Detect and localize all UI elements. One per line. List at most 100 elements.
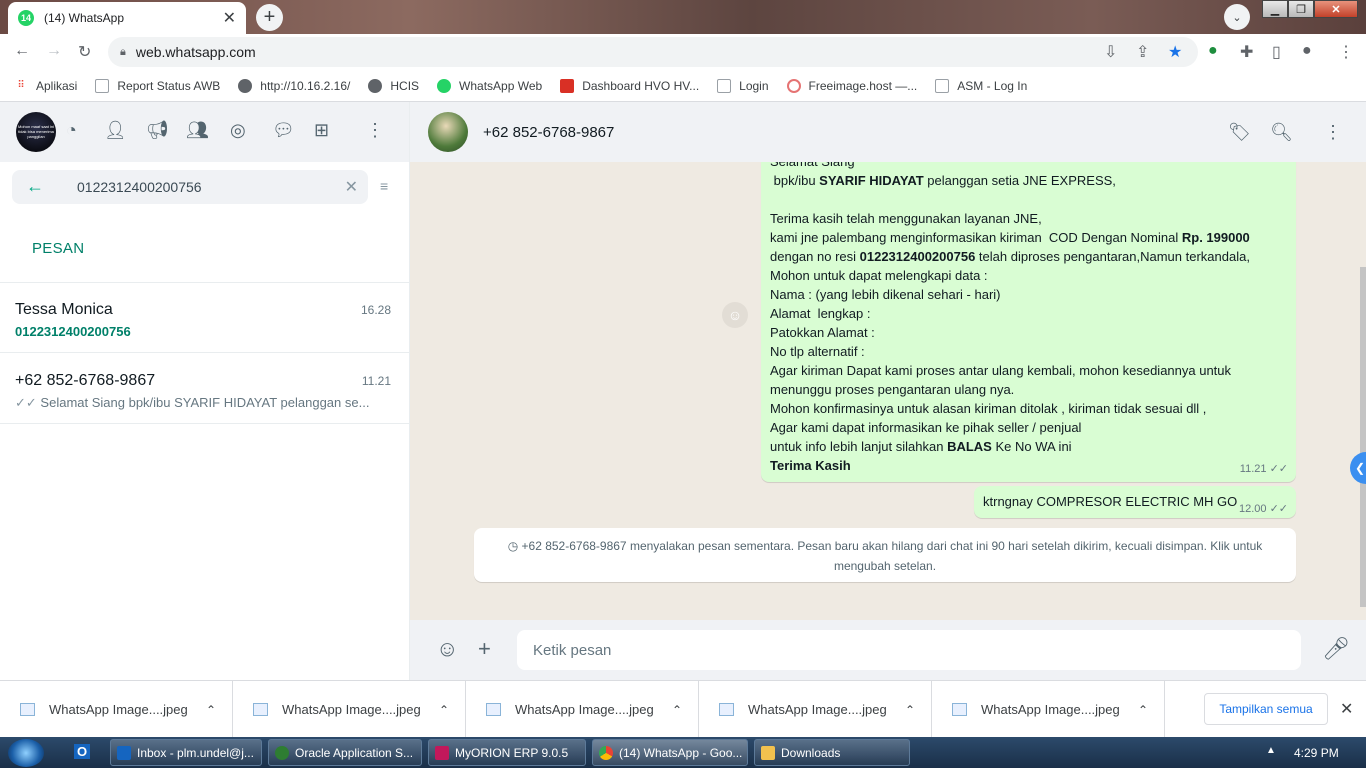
window-close-button[interactable]: ✕: [1314, 0, 1358, 18]
forward-arrow-icon[interactable]: →: [46, 42, 62, 60]
tab-close-icon[interactable]: ✕: [223, 8, 236, 28]
side-panel-icon[interactable]: ▯: [1272, 42, 1281, 62]
minimize-button[interactable]: ▁: [1262, 0, 1288, 18]
clock[interactable]: 4:29 PM: [1294, 746, 1339, 760]
communities-icon[interactable]: 👥︎: [186, 120, 209, 141]
globe-icon: [368, 78, 383, 93]
chevron-up-icon[interactable]: ⌃: [206, 703, 216, 717]
maximize-button[interactable]: ❐: [1288, 0, 1314, 18]
new-chat-icon[interactable]: 💬︎: [272, 120, 295, 141]
bookmark-asm[interactable]: ASM - Log In: [935, 78, 1027, 93]
search-value: 0122312400200756: [77, 179, 202, 195]
image-file-icon: [20, 703, 35, 716]
taskbar-item-downloads[interactable]: Downloads: [754, 739, 910, 766]
new-contact-icon[interactable]: 👤︎: [104, 120, 127, 141]
dashboard-icon: [560, 78, 575, 93]
chevron-up-icon[interactable]: ⌃: [439, 703, 449, 717]
windows-taskbar: O Inbox - plm.undel@j... Oracle Applicat…: [0, 737, 1366, 768]
bookmark-aplikasi[interactable]: ⠿ Aplikasi: [14, 79, 77, 93]
message-list[interactable]: ☺ Selamat Siang bpk/ibu SYARIF HIDAYAT p…: [410, 162, 1366, 620]
downloads-bar: WhatsApp Image....jpeg ⌃ WhatsApp Image..…: [0, 680, 1366, 738]
taskbar-item-myorion[interactable]: MyORION ERP 9.0.5: [428, 739, 586, 766]
clear-search-icon[interactable]: ✕: [345, 177, 358, 197]
chat-item-tessa-monica[interactable]: Tessa Monica 16.28 0122312400200756: [0, 283, 410, 353]
extensions-puzzle-icon[interactable]: ✚: [1240, 42, 1253, 62]
menu-icon[interactable]: ⋮: [366, 120, 384, 141]
profile-avatar-icon[interactable]: ●: [1302, 42, 1312, 60]
my-profile-avatar[interactable]: Mohon maaf saat ini tidak bisa menerima …: [16, 112, 56, 152]
chevron-up-icon[interactable]: ⌃: [905, 703, 915, 717]
attach-plus-icon[interactable]: +: [478, 636, 491, 662]
disappearing-messages-notice[interactable]: ◷ +62 852-6768-9867 menyalakan pesan sem…: [474, 528, 1296, 582]
channels-icon[interactable]: ◎: [230, 120, 246, 141]
bookmark-whatsapp-web[interactable]: WhatsApp Web: [437, 78, 542, 93]
chat-item-contact[interactable]: +62 852-6768-9867 11.21 ✓✓ Selamat Siang…: [0, 354, 410, 424]
install-icon[interactable]: ⇩: [1104, 42, 1117, 62]
show-all-downloads-button[interactable]: Tampilkan semua: [1204, 693, 1328, 725]
message-line: bpk/ibu SYARIF HIDAYAT pelanggan setia J…: [770, 173, 1116, 188]
chevron-up-icon[interactable]: ⌃: [1138, 703, 1148, 717]
close-downloads-icon[interactable]: ✕: [1340, 699, 1353, 719]
back-arrow-icon[interactable]: ←: [14, 42, 30, 60]
new-tab-button[interactable]: +: [256, 4, 283, 31]
bookmark-dashboard[interactable]: Dashboard HVO HV...: [560, 78, 699, 93]
emoji-icon[interactable]: ☺: [436, 636, 458, 662]
taskbar-item-chrome[interactable]: (14) WhatsApp - Goo...: [592, 739, 748, 766]
message-line: Alamat lengkap :: [770, 306, 871, 321]
bookmark-report-status[interactable]: Report Status AWB: [95, 78, 220, 93]
conversation-header[interactable]: +62 852-6768-9867 🏷︎ 🔍︎ ⋮: [410, 102, 1366, 162]
message-line: kami jne palembang menginformasikan kiri…: [770, 230, 1254, 283]
chevron-up-icon[interactable]: ⌃: [672, 703, 682, 717]
download-item[interactable]: WhatsApp Image....jpeg ⌃: [466, 681, 699, 738]
label-tag-icon[interactable]: 🏷︎: [1228, 122, 1251, 143]
broadcast-icon[interactable]: 📢︎: [146, 120, 169, 141]
double-check-icon: ✓✓: [1269, 503, 1288, 515]
whatsapp-favicon-icon: 14: [18, 10, 34, 26]
emoji-reaction-icon[interactable]: ☺: [722, 302, 748, 328]
bookmark-freeimage[interactable]: Freeimage.host —...: [786, 78, 917, 93]
taskbar-item-oracle[interactable]: Oracle Application S...: [268, 739, 422, 766]
section-label-pesan: PESAN: [32, 240, 85, 257]
microphone-icon[interactable]: 🎤︎: [1322, 636, 1350, 662]
bookmark-hcis[interactable]: HCIS: [368, 78, 419, 93]
browser-toolbar: ← → ↻ 🔒︎ web.whatsapp.com ⇩ ⇪ ★ ● ✚ ▯ ● …: [0, 34, 1366, 70]
reload-icon[interactable]: ↻: [78, 42, 91, 62]
side-extension-tab-icon[interactable]: ❮: [1350, 452, 1366, 484]
bookmark-star-icon[interactable]: ★: [1168, 42, 1182, 62]
tray-expand-icon[interactable]: ▲: [1266, 745, 1276, 756]
menu-icon[interactable]: ⋮: [1324, 122, 1342, 143]
new-group-icon[interactable]: ⊞: [314, 120, 329, 141]
share-icon[interactable]: ⇪: [1136, 42, 1149, 62]
contact-avatar[interactable]: [428, 112, 468, 152]
folder-icon: [761, 745, 775, 760]
scrollbar[interactable]: [1360, 267, 1366, 607]
message-text: ktrngnay COMPRESOR ELECTRIC MH GO: [983, 494, 1238, 509]
search-icon[interactable]: 🔍︎: [1270, 122, 1293, 143]
filter-icon[interactable]: ≡: [380, 178, 388, 194]
status-icon[interactable]: ◔: [66, 120, 77, 141]
browser-menu-icon[interactable]: ⋮: [1338, 42, 1354, 62]
address-bar[interactable]: 🔒︎ web.whatsapp.com: [108, 37, 1198, 67]
start-button-icon[interactable]: [8, 739, 44, 767]
outlook-quicklaunch-icon[interactable]: O: [74, 744, 91, 759]
image-file-icon: [719, 703, 734, 716]
download-item[interactable]: WhatsApp Image....jpeg ⌃: [233, 681, 466, 738]
search-back-arrow-icon[interactable]: ←: [26, 176, 44, 197]
download-item[interactable]: WhatsApp Image....jpeg ⌃: [699, 681, 932, 738]
download-item[interactable]: WhatsApp Image....jpeg ⌃: [932, 681, 1165, 738]
message-bubble-outgoing[interactable]: ktrngnay COMPRESOR ELECTRIC MH GO 12.00 …: [974, 486, 1296, 518]
image-file-icon: [486, 703, 501, 716]
bookmark-login[interactable]: Login: [717, 78, 769, 93]
download-item[interactable]: WhatsApp Image....jpeg ⌃: [0, 681, 233, 738]
taskbar-item-inbox[interactable]: Inbox - plm.undel@j...: [110, 739, 262, 766]
message-bubble-outgoing[interactable]: Selamat Siang bpk/ibu SYARIF HIDAYAT pel…: [761, 162, 1296, 482]
browser-tab-whatsapp[interactable]: 14 (14) WhatsApp ✕: [8, 2, 246, 34]
bookmark-ip[interactable]: http://10.16.2.16/: [238, 78, 350, 93]
image-file-icon: [952, 703, 967, 716]
search-input[interactable]: ← 0122312400200756 ✕: [12, 170, 368, 204]
message-line: Patokkan Alamat :: [770, 325, 875, 340]
tab-search-icon[interactable]: ⌄: [1224, 4, 1250, 30]
message-input[interactable]: Ketik pesan: [517, 630, 1301, 670]
whatsapp-app: Mohon maaf saat ini tidak bisa menerima …: [0, 102, 1366, 680]
extension-green-icon[interactable]: ●: [1208, 42, 1218, 60]
